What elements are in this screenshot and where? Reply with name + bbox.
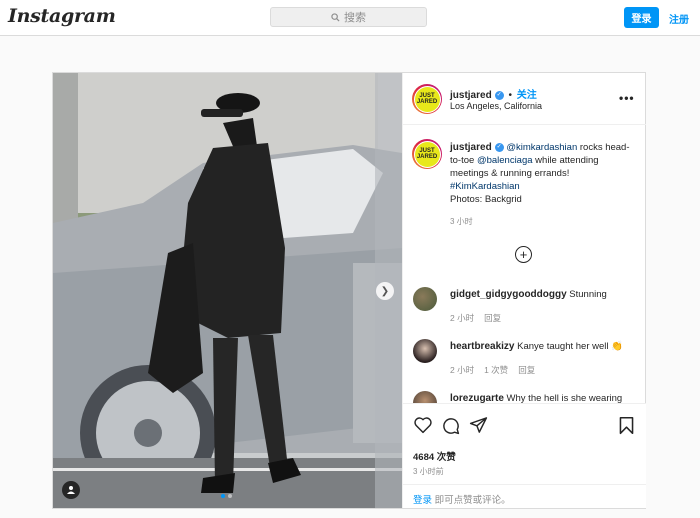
caption-time: 3 小时	[450, 217, 473, 226]
signup-link[interactable]: 注册	[669, 11, 689, 26]
add-comment-icon: +	[519, 247, 528, 262]
mention-link[interactable]: @balenciaga	[477, 155, 533, 166]
likes-count[interactable]: 4684 次赞	[413, 449, 456, 463]
comment-username[interactable]: gidget_gidgygooddoggy	[450, 289, 567, 300]
hashtag-link[interactable]: #KimKardashian	[450, 181, 520, 192]
share-icon[interactable]	[469, 416, 488, 434]
comment-username[interactable]: heartbreakizy	[450, 341, 514, 352]
login-prompt-text: 即可点赞或评论。	[432, 495, 511, 506]
comment-time: 2 小时	[450, 365, 475, 375]
avatar-logo-text: JUST JARED	[414, 86, 440, 112]
chevron-right-icon: ❯	[380, 285, 390, 297]
author-username[interactable]: justjared	[450, 90, 492, 101]
avatar-logo-text: JUST JARED	[414, 141, 440, 167]
search-placeholder: 搜索	[344, 12, 366, 24]
search-input[interactable]: 搜索	[270, 7, 427, 27]
caption-avatar[interactable]: JUST JARED	[412, 139, 442, 169]
comment-time: 2 小时	[450, 313, 475, 323]
author-avatar[interactable]: JUST JARED	[412, 84, 442, 114]
heart-icon[interactable]	[413, 416, 433, 434]
photo-credit: Photos: Backgrid	[450, 194, 522, 205]
verified-icon: ✓	[494, 142, 504, 152]
search-icon	[331, 12, 340, 22]
login-button[interactable]: 登录	[624, 7, 659, 28]
top-navigation-bar: Instagram 搜索 登录 注册	[0, 0, 700, 36]
comment-likes[interactable]: 1 次赞	[484, 364, 508, 376]
post-actions: 4684 次赞 3 小时前 登录 即可点赞或评论。	[403, 403, 646, 508]
comment-icon[interactable]	[441, 416, 460, 435]
mention-link[interactable]: @kimkardashian	[506, 142, 577, 153]
user-tag-button[interactable]	[62, 481, 80, 499]
post-header: JUST JARED justjared ✓ • 关注 Los Angeles, …	[403, 73, 646, 125]
caption-text: justjared ✓ @kimkardashian rocks head-to-…	[450, 141, 638, 228]
carousel-dot	[228, 494, 232, 498]
more-options-icon[interactable]: •••	[619, 91, 635, 105]
login-prompt: 登录 即可点赞或评论。	[403, 484, 646, 509]
reply-button[interactable]: 回复	[484, 312, 501, 324]
post-location[interactable]: Los Angeles, California	[450, 101, 542, 111]
carousel-dot	[221, 494, 225, 498]
next-image-button[interactable]: ❯	[376, 282, 394, 300]
instagram-logo[interactable]: Instagram	[8, 5, 116, 27]
follow-button[interactable]: 关注	[517, 90, 537, 101]
post-timestamp: 3 小时前	[413, 467, 444, 476]
post-sidebar: JUST JARED justjared ✓ • 关注 Los Angeles, …	[402, 73, 646, 508]
verified-icon: ✓	[494, 90, 504, 100]
comment-text: Kanye taught her well 👏	[517, 341, 623, 352]
reply-button[interactable]: 回复	[518, 364, 535, 376]
load-more-comments-button[interactable]: +	[515, 246, 532, 263]
user-tag-icon	[67, 486, 75, 494]
login-link[interactable]: 登录	[413, 495, 432, 506]
post-photo[interactable]: ❯	[53, 73, 402, 508]
avatar[interactable]	[413, 339, 437, 363]
comment-text: Stunning	[569, 289, 607, 300]
bookmark-icon[interactable]	[618, 416, 635, 435]
carousel-indicator	[221, 494, 232, 498]
caption-username[interactable]: justjared	[450, 142, 492, 153]
post-card: ❯ JUST JARED justjared ✓ • 关注 Los Angeles…	[52, 72, 646, 509]
avatar[interactable]	[413, 287, 437, 311]
